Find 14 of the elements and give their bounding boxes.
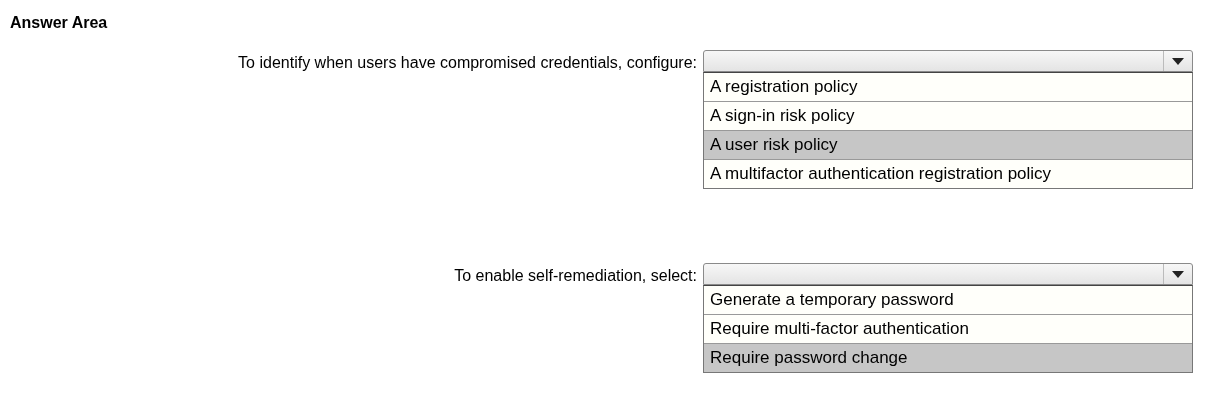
caret-icon bbox=[1172, 57, 1184, 65]
dropdown-option[interactable]: A user risk policy bbox=[704, 131, 1192, 160]
dropdown-option[interactable]: A multifactor authentication registration policy bbox=[704, 160, 1192, 188]
dropdown-option[interactable]: Generate a temporary password bbox=[704, 286, 1192, 315]
section-title: Answer Area bbox=[10, 14, 108, 32]
question-label: To identify when users have compromised credentials, configure: bbox=[238, 53, 697, 73]
question-label: To enable self-remediation, select: bbox=[454, 266, 697, 286]
dropdown-option[interactable]: Require password change bbox=[704, 344, 1192, 372]
dropdown-option[interactable]: Require multi-factor authentication bbox=[704, 315, 1192, 344]
dropdown[interactable] bbox=[703, 50, 1193, 72]
dropdown[interactable] bbox=[703, 263, 1193, 285]
dropdown-option[interactable]: A registration policy bbox=[704, 73, 1192, 102]
dropdown-option[interactable]: A sign-in risk policy bbox=[704, 102, 1192, 131]
caret-icon bbox=[1172, 270, 1184, 278]
